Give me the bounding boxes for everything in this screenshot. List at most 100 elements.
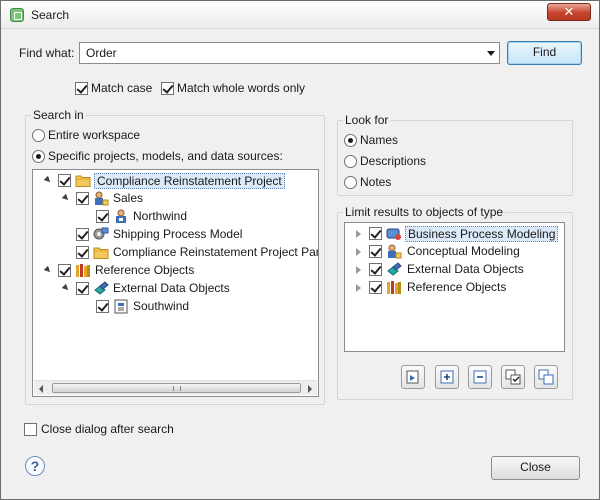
tree-row[interactable]: Compliance Reinstatement Project bbox=[33, 172, 318, 190]
tree-checkbox[interactable] bbox=[76, 282, 89, 295]
tree-item-label: Reference Objects bbox=[407, 280, 507, 294]
business-process-icon bbox=[386, 228, 401, 240]
specific-sources-radio[interactable] bbox=[32, 150, 45, 163]
app-icon bbox=[10, 8, 24, 22]
window-title: Search bbox=[31, 8, 70, 22]
names-radio[interactable] bbox=[344, 134, 357, 147]
notes-radio[interactable] bbox=[344, 176, 357, 189]
tree-item-label: Conceptual Modeling bbox=[407, 244, 520, 258]
find-what-value: Order bbox=[86, 46, 117, 60]
tree-checkbox[interactable] bbox=[58, 174, 71, 187]
match-whole-words-checkbox[interactable] bbox=[161, 82, 174, 95]
tree-checkbox[interactable] bbox=[76, 246, 89, 259]
collapse-icon[interactable] bbox=[61, 283, 71, 293]
tree-checkbox[interactable] bbox=[369, 245, 382, 258]
tree-row[interactable]: Shipping Process Model bbox=[33, 226, 318, 244]
tree-item-label: Reference Objects bbox=[95, 263, 195, 277]
tree-checkbox[interactable] bbox=[369, 263, 382, 276]
tree-checkbox[interactable] bbox=[96, 300, 109, 313]
expand-icon[interactable] bbox=[356, 284, 361, 292]
find-button[interactable]: Find bbox=[507, 41, 582, 65]
sources-tree[interactable]: Compliance Reinstatement Project Sales N… bbox=[32, 169, 319, 397]
scroll-left-icon[interactable] bbox=[39, 385, 43, 393]
tree-row[interactable]: Compliance Reinstatement Project Par bbox=[33, 244, 318, 262]
tree-item-label: Business Process Modeling bbox=[405, 226, 559, 242]
tree-row[interactable]: Reference Objects bbox=[345, 279, 564, 297]
expand-icon[interactable] bbox=[356, 248, 361, 256]
find-what-label: Find what: bbox=[19, 46, 75, 60]
collapse-icon[interactable] bbox=[61, 193, 71, 203]
names-label: Names bbox=[360, 133, 399, 147]
tree-row[interactable]: External Data Objects bbox=[345, 261, 564, 279]
search-in-label: Search in bbox=[31, 108, 86, 122]
help-icon[interactable]: ? bbox=[25, 456, 45, 476]
tree-item-label: Southwind bbox=[133, 299, 190, 313]
collapse-icon[interactable] bbox=[43, 175, 53, 185]
process-model-icon bbox=[93, 227, 109, 240]
look-for-label: Look for bbox=[343, 113, 391, 127]
match-case-checkbox[interactable] bbox=[75, 82, 88, 95]
people-model-icon bbox=[95, 191, 109, 206]
tree-item-label: External Data Objects bbox=[113, 281, 230, 295]
books-icon bbox=[387, 281, 401, 294]
tree-item-label: Shipping Process Model bbox=[113, 227, 243, 241]
tree-item-label: Compliance Reinstatement Project bbox=[94, 173, 285, 189]
tree-item-label: Compliance Reinstatement Project Par bbox=[113, 245, 319, 259]
tree-row[interactable]: Reference Objects bbox=[33, 262, 318, 280]
match-case-label: Match case bbox=[91, 81, 153, 95]
object-types-tree[interactable]: Business Process Modeling Conceptual Mod… bbox=[344, 222, 565, 352]
database-diagram-icon bbox=[114, 299, 128, 314]
tree-row[interactable]: Southwind bbox=[33, 298, 318, 316]
tree-item-label: Sales bbox=[113, 191, 144, 205]
scroll-right-icon[interactable] bbox=[308, 385, 312, 393]
title-bar: Search ✕ bbox=[1, 1, 599, 29]
close-after-search-checkbox[interactable] bbox=[24, 423, 37, 436]
tree-row[interactable]: External Data Objects bbox=[33, 280, 318, 298]
books-icon bbox=[76, 264, 90, 277]
tree-checkbox[interactable] bbox=[96, 210, 109, 223]
horizontal-scrollbar[interactable] bbox=[34, 380, 317, 395]
scrollbar-thumb[interactable] bbox=[52, 383, 301, 393]
grip-icon bbox=[173, 386, 181, 391]
folder-icon bbox=[93, 247, 109, 259]
limit-results-label: Limit results to objects of type bbox=[343, 205, 506, 219]
find-what-combobox[interactable]: Order bbox=[79, 42, 500, 64]
expand-icon[interactable] bbox=[356, 230, 361, 238]
collapse-icon[interactable] bbox=[43, 265, 53, 275]
uncheck-all-icon bbox=[538, 369, 554, 385]
database-diagram-icon bbox=[116, 209, 126, 223]
entire-workspace-label: Entire workspace bbox=[48, 128, 141, 142]
tree-checkbox[interactable] bbox=[58, 264, 71, 277]
data-objects-icon bbox=[387, 262, 402, 276]
notes-label: Notes bbox=[360, 175, 392, 189]
close-after-search-label: Close dialog after search bbox=[41, 422, 174, 436]
specific-sources-label: Specific projects, models, and data sour… bbox=[48, 149, 283, 163]
uncheck-all-button[interactable] bbox=[534, 365, 558, 389]
search-dialog: Search ✕ Find what: Order Find Match cas… bbox=[0, 0, 600, 500]
open-item-button[interactable] bbox=[401, 365, 425, 389]
tree-item-label: External Data Objects bbox=[407, 262, 524, 276]
expand-all-button[interactable] bbox=[435, 365, 459, 389]
expand-icon[interactable] bbox=[356, 266, 361, 274]
match-whole-words-label: Match whole words only bbox=[177, 81, 306, 95]
check-all-button[interactable] bbox=[501, 365, 525, 389]
tree-checkbox[interactable] bbox=[369, 281, 382, 294]
collapse-all-icon bbox=[473, 370, 487, 384]
close-button[interactable]: Close bbox=[491, 456, 580, 480]
chevron-down-icon[interactable] bbox=[487, 51, 495, 56]
tree-row[interactable]: Sales bbox=[33, 190, 318, 208]
tree-row[interactable]: Conceptual Modeling bbox=[345, 243, 564, 261]
tree-row[interactable]: Business Process Modeling bbox=[345, 225, 564, 243]
tree-checkbox[interactable] bbox=[369, 227, 382, 240]
descriptions-radio[interactable] bbox=[344, 155, 357, 168]
tree-checkbox[interactable] bbox=[76, 228, 89, 241]
window-close-button[interactable]: ✕ bbox=[547, 3, 591, 21]
people-model-icon bbox=[388, 244, 402, 259]
folder-icon bbox=[75, 175, 91, 187]
tree-row[interactable]: Northwind bbox=[33, 208, 318, 226]
open-item-icon bbox=[406, 370, 419, 384]
collapse-all-button[interactable] bbox=[468, 365, 492, 389]
expand-all-icon bbox=[440, 370, 454, 384]
tree-checkbox[interactable] bbox=[76, 192, 89, 205]
entire-workspace-radio[interactable] bbox=[32, 129, 45, 142]
